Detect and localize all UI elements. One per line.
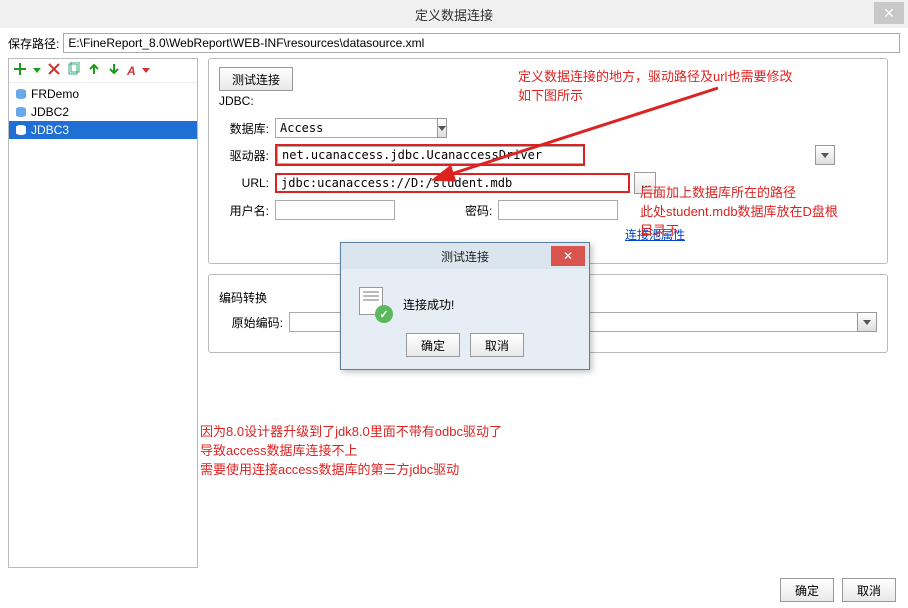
- database-label: 数据库:: [219, 120, 269, 137]
- tree-item-label: JDBC2: [31, 105, 69, 119]
- save-path-row: 保存路径:: [0, 28, 908, 58]
- footer-ok-button[interactable]: 确定: [780, 578, 834, 602]
- dialog-titlebar: 测试连接 ✕: [341, 243, 589, 269]
- database-input[interactable]: [275, 118, 437, 138]
- db-icon: [15, 124, 27, 136]
- driver-input[interactable]: [277, 146, 583, 164]
- connection-tree: FRDemo JDBC2 JDBC3: [9, 83, 197, 567]
- test-connection-button[interactable]: 测试连接: [219, 67, 293, 91]
- tree-item-label: JDBC3: [31, 123, 69, 137]
- database-combo[interactable]: [275, 118, 365, 138]
- driver-highlight: [275, 144, 585, 166]
- username-input[interactable]: [275, 200, 395, 220]
- db-icon: [15, 88, 27, 100]
- sort-dropdown-icon[interactable]: [142, 68, 150, 73]
- delete-icon[interactable]: [47, 62, 61, 79]
- pool-properties-link[interactable]: 连接池属性: [625, 226, 685, 243]
- connection-sidebar: A FRDemo JDBC2 JDBC3: [8, 58, 198, 568]
- save-path-label: 保存路径:: [8, 35, 59, 52]
- dialog-ok-button[interactable]: 确定: [406, 333, 460, 357]
- driver-dropdown-button[interactable]: [815, 145, 835, 165]
- orig-encode-label: 原始编码:: [219, 314, 283, 331]
- chevron-down-icon[interactable]: [437, 118, 447, 138]
- window-close-button[interactable]: ✕: [874, 2, 904, 24]
- password-label: 密码:: [465, 202, 492, 219]
- test-result-dialog: 测试连接 ✕ ✓ 连接成功! 确定 取消: [340, 242, 590, 370]
- footer-cancel-button[interactable]: 取消: [842, 578, 896, 602]
- jdbc-section-label: JDBC:: [219, 94, 877, 108]
- dialog-title: 测试连接: [441, 248, 489, 265]
- tree-item-label: FRDemo: [31, 87, 79, 101]
- dialog-footer: 确定 取消: [780, 578, 896, 602]
- encode-convert-label: 编码转换: [219, 289, 283, 306]
- db-icon: [15, 106, 27, 118]
- driver-label: 驱动器:: [219, 147, 269, 164]
- sidebar-toolbar: A: [9, 59, 197, 83]
- username-label: 用户名:: [219, 202, 269, 219]
- url-input[interactable]: [275, 173, 630, 193]
- add-dropdown-icon[interactable]: [33, 68, 41, 73]
- up-icon[interactable]: [87, 62, 101, 79]
- copy-icon[interactable]: [67, 62, 81, 79]
- dialog-message: 连接成功!: [403, 296, 454, 313]
- password-input[interactable]: [498, 200, 618, 220]
- tree-item[interactable]: JDBC3: [9, 121, 197, 139]
- down-icon[interactable]: [107, 62, 121, 79]
- url-browse-button[interactable]: ...: [634, 172, 656, 194]
- title-bar: 定义数据连接 ✕: [0, 0, 908, 28]
- tree-item[interactable]: FRDemo: [9, 85, 197, 103]
- dialog-close-button[interactable]: ✕: [551, 246, 585, 266]
- annotation-bottom: 因为8.0设计器升级到了jdk8.0里面不带有odbc驱动了 导致access数…: [200, 423, 502, 480]
- add-icon[interactable]: [13, 62, 27, 79]
- save-path-input[interactable]: [63, 33, 900, 53]
- window-title: 定义数据连接: [415, 5, 493, 24]
- sort-icon[interactable]: A: [127, 64, 136, 78]
- url-label: URL:: [219, 176, 269, 190]
- jdbc-panel: 测试连接 JDBC: 数据库: 驱动器:: [208, 58, 888, 264]
- tree-item[interactable]: JDBC2: [9, 103, 197, 121]
- chevron-down-icon[interactable]: [857, 312, 877, 332]
- success-icon: ✓: [357, 287, 391, 321]
- dialog-cancel-button[interactable]: 取消: [470, 333, 524, 357]
